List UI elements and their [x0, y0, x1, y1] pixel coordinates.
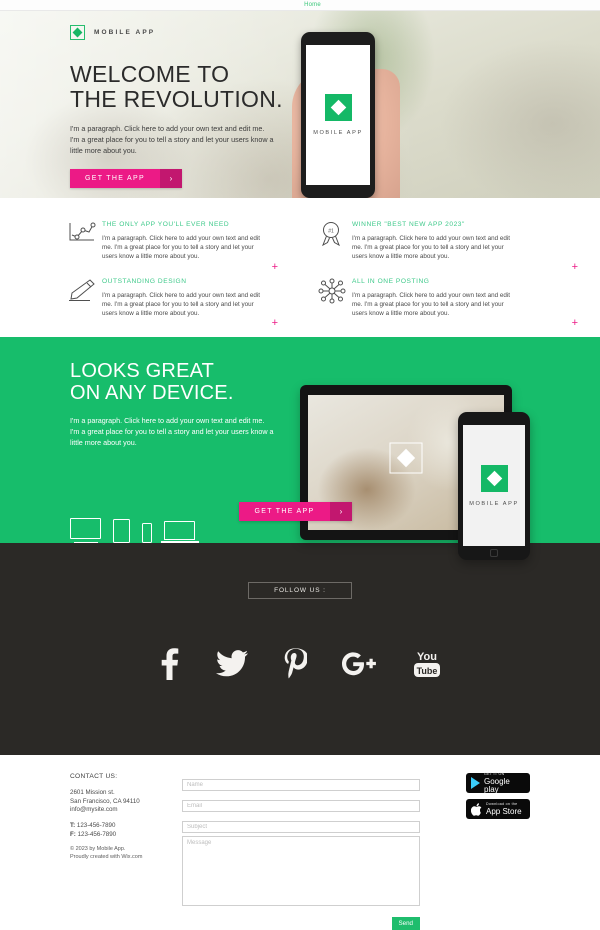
- devices-heading-line1: LOOKS GREAT: [70, 360, 215, 383]
- google-play-badge[interactable]: GET IT ON Google play: [466, 771, 530, 794]
- svg-text:You: You: [417, 651, 437, 663]
- feature-text: I'm a paragraph. Click here to add your …: [352, 291, 511, 318]
- top-navigation-bar: Home: [0, 0, 600, 11]
- phone-screen: MOBILE APP: [463, 425, 525, 546]
- hero-get-the-app-button[interactable]: GET THE APP ›: [70, 169, 182, 188]
- feature-item-winner: #1 WINNER "BEST NEW APP 2023" I'm a para…: [300, 212, 600, 272]
- contact-phone-label: T:: [70, 822, 76, 829]
- brand-name: MOBILE APP: [94, 29, 156, 36]
- contact-fax-label: F:: [70, 830, 76, 838]
- share-network-icon: [318, 276, 352, 319]
- devices-cta-label: GET THE APP: [239, 502, 330, 521]
- feature-title: ALL IN ONE POSTING: [352, 277, 430, 285]
- email-input[interactable]: [182, 800, 420, 813]
- google-plus-icon[interactable]: [342, 650, 376, 683]
- apple-icon: [471, 803, 482, 816]
- app-logo-tile-icon: [480, 464, 508, 492]
- svg-text:#1: #1: [328, 229, 334, 235]
- features-section: THE ONLY APP YOU'LL EVER NEED I'm a para…: [0, 198, 600, 338]
- social-icons-row: You Tube: [0, 648, 600, 685]
- smartphone-icon: [142, 523, 152, 544]
- youtube-icon[interactable]: You Tube: [411, 649, 443, 684]
- feature-title: OUTSTANDING DESIGN: [102, 277, 187, 285]
- app-store-big-label: App Store: [486, 806, 522, 816]
- landing-page: Home MOBILE APP MOBILE APP WELCOME TO TH…: [0, 0, 600, 930]
- hero-phone-screen: MOBILE APP: [306, 45, 370, 185]
- feature-expand-plus-icon[interactable]: +: [572, 318, 578, 329]
- contact-fax-row: F: 123-456-7890: [70, 831, 175, 840]
- subject-input[interactable]: [182, 821, 420, 834]
- contact-section: CONTACT US: 2601 Mission st. San Francis…: [0, 755, 600, 930]
- contact-form: Send: [182, 773, 420, 930]
- feature-text: I'm a paragraph. Click here to add your …: [352, 235, 511, 261]
- message-textarea[interactable]: [182, 836, 420, 907]
- name-input[interactable]: [182, 779, 420, 792]
- hero-phone-app-name: MOBILE APP: [313, 130, 363, 136]
- phone-app-name: MOBILE APP: [469, 500, 519, 507]
- store-badges: GET IT ON Google play Download on the Ap…: [466, 771, 530, 820]
- desktop-monitor-icon: [70, 518, 101, 544]
- copyright-line1: © 2023 by Mobile App.: [70, 846, 126, 853]
- diamond-logo-icon: [70, 25, 85, 40]
- hero-cta-label: GET THE APP: [70, 169, 160, 188]
- app-logo-tile-icon: [324, 94, 352, 121]
- twitter-icon[interactable]: [215, 650, 248, 683]
- contact-phone-value: 123-456-7890: [76, 822, 116, 829]
- feature-title: THE ONLY APP YOU'LL EVER NEED: [102, 221, 230, 228]
- devices-paragraph: I'm a paragraph. Click here to add your …: [70, 416, 274, 448]
- copyright-line2: Proudly created with Wix.com: [70, 853, 143, 860]
- google-play-icon: [471, 777, 480, 790]
- hero-section: MOBILE APP MOBILE APP WELCOME TO THE REV…: [0, 11, 600, 198]
- devices-heading-line2: ON ANY DEVICE.: [70, 382, 234, 405]
- send-button[interactable]: Send: [391, 917, 420, 930]
- pencil-icon: [68, 276, 102, 319]
- contact-phone-row: T: 123-456-7890: [70, 822, 175, 831]
- diamond-logo-icon: [389, 442, 423, 474]
- google-play-small-label: GET IT ON: [484, 771, 505, 776]
- contact-address-line2: San Francisco, CA 94110: [70, 797, 140, 805]
- svg-text:Tube: Tube: [417, 666, 438, 676]
- hero-paragraph: I'm a paragraph. Click here to add your …: [70, 124, 274, 155]
- line-chart-icon: [68, 219, 102, 262]
- hero-heading-line2: THE REVOLUTION.: [70, 86, 283, 112]
- hero-phone-mockup: MOBILE APP: [301, 32, 375, 198]
- contact-title: CONTACT US:: [70, 773, 118, 781]
- app-store-badge[interactable]: Download on the App Store: [466, 799, 530, 820]
- feature-title: WINNER "BEST NEW APP 2023": [352, 221, 465, 228]
- contact-fax-value: 123-456-7890: [77, 830, 117, 838]
- social-footer-section: FOLLOW US : You Tube: [0, 543, 600, 756]
- chevron-right-icon: ›: [160, 169, 182, 188]
- contact-address-line1: 2601 Mission st.: [70, 789, 115, 797]
- tablet-icon: [113, 519, 130, 544]
- feature-text: I'm a paragraph. Click here to add your …: [102, 235, 261, 261]
- nav-link-home[interactable]: Home: [304, 2, 321, 8]
- feature-expand-plus-icon[interactable]: +: [272, 318, 278, 329]
- laptop-icon: [160, 521, 199, 544]
- chevron-right-icon: ›: [330, 502, 352, 521]
- award-ribbon-icon: #1: [318, 219, 352, 262]
- home-button-icon: [490, 549, 498, 557]
- devices-get-the-app-button[interactable]: GET THE APP ›: [239, 502, 352, 521]
- facebook-icon[interactable]: [157, 648, 181, 685]
- hero-heading-line1: WELCOME TO: [70, 61, 230, 87]
- device-icons-row: [70, 518, 199, 544]
- phone-mockup: MOBILE APP: [458, 412, 530, 560]
- app-store-small-label: Download on the: [486, 801, 518, 806]
- feature-item-posting: ALL IN ONE POSTING I'm a paragraph. Clic…: [300, 269, 600, 329]
- contact-details: CONTACT US: 2601 Mission st. San Francis…: [70, 773, 175, 861]
- contact-email[interactable]: info@mysite.com: [70, 806, 175, 815]
- feature-item-design: OUTSTANDING DESIGN I'm a paragraph. Clic…: [0, 269, 300, 329]
- follow-us-label: FOLLOW US :: [248, 582, 352, 600]
- feature-text: I'm a paragraph. Click here to add your …: [102, 291, 261, 318]
- feature-item-only-app: THE ONLY APP YOU'LL EVER NEED I'm a para…: [0, 212, 300, 272]
- google-play-big-label: Google play: [484, 776, 510, 794]
- pinterest-icon[interactable]: [283, 648, 308, 685]
